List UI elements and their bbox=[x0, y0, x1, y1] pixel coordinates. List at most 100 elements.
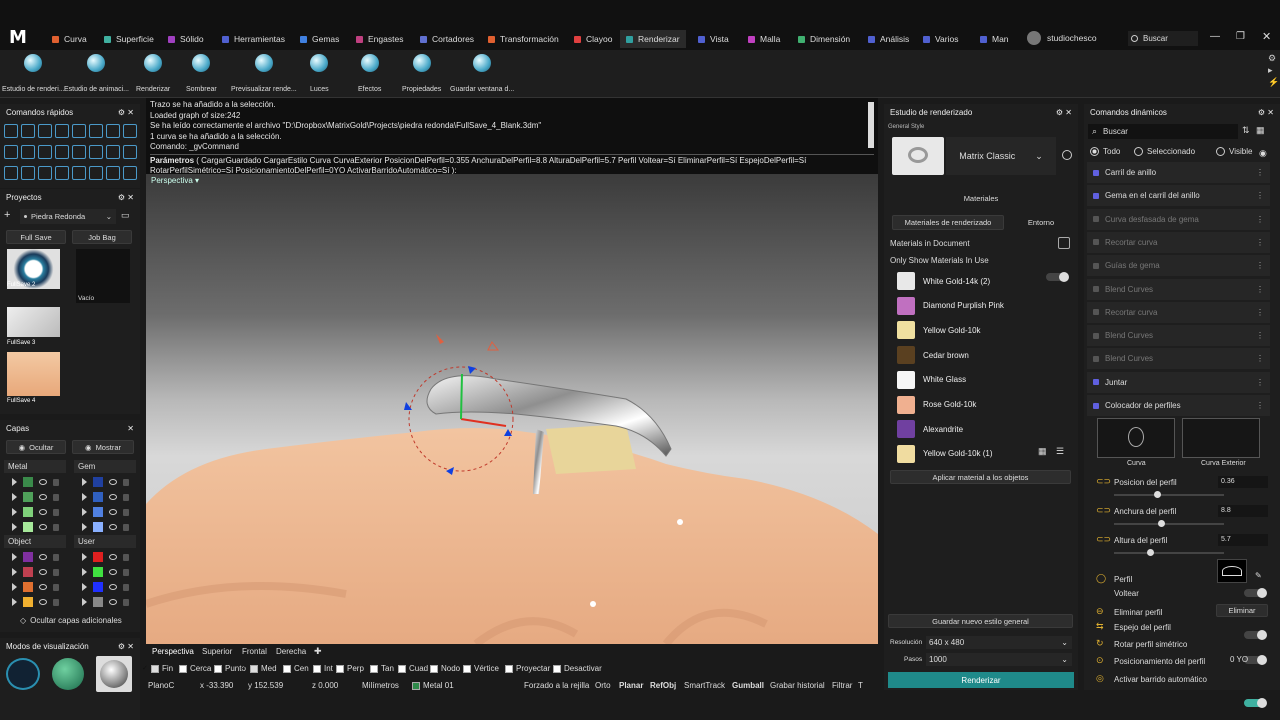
status-toggle[interactable]: SmartTrack bbox=[684, 681, 725, 690]
checkbox-icon[interactable] bbox=[336, 664, 344, 673]
layer-color-swatch[interactable] bbox=[23, 552, 33, 562]
wireframe-mode-icon[interactable] bbox=[6, 658, 40, 690]
quick-command-icon[interactable] bbox=[4, 145, 18, 159]
lock-icon[interactable] bbox=[123, 508, 129, 516]
slider-knob[interactable] bbox=[1147, 549, 1154, 556]
more-icon[interactable]: ⋮ bbox=[1256, 401, 1264, 410]
lock-icon[interactable] bbox=[123, 553, 129, 561]
status-toggle[interactable]: Planar bbox=[619, 681, 643, 690]
eye-icon[interactable] bbox=[109, 569, 117, 575]
osnap-tan[interactable]: Tan bbox=[370, 664, 394, 673]
view-tab[interactable]: Perspectiva bbox=[152, 647, 194, 656]
avatar[interactable] bbox=[1027, 31, 1041, 45]
osnap-med[interactable]: ✓ Med bbox=[241, 664, 277, 673]
quick-command-icon[interactable] bbox=[4, 166, 18, 180]
tab-gemas[interactable]: Gemas bbox=[300, 30, 339, 48]
param-value-input[interactable]: 0.36 bbox=[1218, 476, 1268, 488]
flip-toggle[interactable] bbox=[1244, 588, 1267, 598]
expand-icon[interactable] bbox=[12, 553, 17, 561]
tab-render-materials[interactable]: Materiales de renderizado bbox=[892, 215, 1004, 230]
hide-layers-button[interactable]: ◉ Ocultar bbox=[6, 440, 66, 454]
checkbox-icon[interactable] bbox=[214, 664, 222, 673]
material-item[interactable]: Diamond Purplish Pink bbox=[897, 295, 1004, 317]
refresh-icon[interactable] bbox=[1058, 237, 1070, 249]
toolbar-render-button[interactable]: Renderizar bbox=[136, 54, 170, 93]
quick-command-icon[interactable] bbox=[72, 166, 86, 180]
eye-icon[interactable]: ◉ bbox=[1259, 148, 1267, 159]
lock-icon[interactable] bbox=[123, 598, 129, 606]
layer-color-swatch[interactable] bbox=[23, 492, 33, 502]
status-toggle[interactable]: RefObj bbox=[650, 681, 676, 690]
next-style-icon[interactable] bbox=[1062, 150, 1072, 160]
layer-group-header[interactable]: User bbox=[74, 535, 136, 548]
eye-icon[interactable] bbox=[109, 509, 117, 515]
lock-icon[interactable] bbox=[123, 583, 129, 591]
layer-row[interactable] bbox=[82, 490, 129, 504]
full-save-button[interactable]: Full Save bbox=[6, 230, 66, 244]
checkbox-icon[interactable] bbox=[505, 664, 513, 673]
expand-icon[interactable] bbox=[82, 493, 87, 501]
toolbar-effects-button[interactable]: Efectos bbox=[358, 54, 381, 93]
layer-row[interactable] bbox=[82, 565, 129, 579]
filter-visible[interactable]: Visible bbox=[1216, 147, 1252, 156]
toolbar-properties-button[interactable]: Propiedades bbox=[402, 54, 441, 93]
quick-command-icon[interactable] bbox=[55, 166, 69, 180]
checkbox-icon[interactable] bbox=[463, 664, 471, 673]
tab-análisis[interactable]: Análisis bbox=[868, 30, 909, 48]
eye-icon[interactable] bbox=[109, 599, 117, 605]
restore-button[interactable]: ❐ bbox=[1236, 31, 1245, 42]
tab-man[interactable]: Man bbox=[980, 30, 1009, 48]
expand-icon[interactable] bbox=[12, 568, 17, 576]
toolbar-side-icons[interactable]: ⚙ ▸ ⚡ bbox=[1268, 52, 1279, 88]
checkbox-icon[interactable] bbox=[553, 664, 561, 673]
scene-drawing[interactable] bbox=[146, 174, 878, 644]
material-item[interactable]: White Glass bbox=[897, 369, 966, 391]
fullsave-4-thumbnail[interactable] bbox=[7, 352, 60, 396]
status-toggle[interactable]: Orto bbox=[595, 681, 611, 690]
panel-controls[interactable]: ⚙ ✕ bbox=[118, 193, 134, 202]
param-slider[interactable] bbox=[1114, 549, 1224, 556]
layer-row[interactable] bbox=[12, 505, 59, 519]
tab-sólido[interactable]: Sólido bbox=[168, 30, 204, 48]
panel-controls[interactable]: ⚙ ✕ bbox=[118, 108, 134, 117]
add-project-icon[interactable]: + bbox=[4, 209, 10, 221]
grid-view-icon[interactable]: ▦ bbox=[1038, 446, 1047, 457]
material-item[interactable]: Rose Gold-10k bbox=[897, 394, 976, 416]
quick-command-icon[interactable] bbox=[38, 124, 52, 138]
dynamic-item[interactable]: Colocador de perfiles ⋮ bbox=[1087, 395, 1270, 416]
curve-slot[interactable] bbox=[1097, 418, 1175, 458]
more-icon[interactable]: ⋮ bbox=[1256, 191, 1264, 200]
layer-row[interactable] bbox=[12, 490, 59, 504]
quick-command-icon[interactable] bbox=[123, 124, 137, 138]
toolbar-preview-render-button[interactable]: Previsualizar rende... bbox=[231, 54, 297, 93]
layer-row[interactable] bbox=[12, 475, 59, 489]
toolbar-save-window-button[interactable]: Guardar ventana d... bbox=[450, 54, 514, 93]
expand-icon[interactable] bbox=[12, 523, 17, 531]
more-icon[interactable]: ⋮ bbox=[1256, 331, 1264, 340]
fullsave-3-thumbnail[interactable] bbox=[7, 307, 60, 337]
osnap-perp[interactable]: Perp bbox=[336, 664, 364, 673]
checkbox-icon[interactable] bbox=[370, 664, 378, 673]
slider-knob[interactable] bbox=[1153, 491, 1161, 498]
save-style-button[interactable]: Guardar nuevo estilo general bbox=[888, 614, 1073, 628]
tab-engastes[interactable]: Engastes bbox=[356, 30, 403, 48]
osnap-desactivar[interactable]: Desactivar bbox=[553, 664, 602, 673]
lock-icon[interactable] bbox=[53, 478, 59, 486]
status-extra[interactable]: T bbox=[858, 681, 863, 690]
material-item[interactable]: Yellow Gold-10k (1) bbox=[897, 443, 993, 465]
lock-icon[interactable] bbox=[53, 553, 59, 561]
checkbox-icon[interactable] bbox=[283, 664, 291, 673]
layer-color-swatch[interactable] bbox=[23, 582, 33, 592]
status-toggle[interactable]: Filtrar bbox=[832, 681, 852, 690]
lock-icon[interactable] bbox=[53, 583, 59, 591]
eye-icon[interactable] bbox=[39, 569, 47, 575]
tab-curva[interactable]: Curva bbox=[52, 30, 87, 48]
material-item[interactable]: Alexandrite bbox=[897, 418, 963, 440]
command-scrollbar[interactable] bbox=[868, 102, 874, 148]
more-icon[interactable]: ⋮ bbox=[1256, 261, 1264, 270]
radio-icon[interactable] bbox=[1134, 147, 1143, 156]
profile-preview[interactable] bbox=[1217, 559, 1247, 583]
quick-command-icon[interactable] bbox=[106, 145, 120, 159]
quick-command-icon[interactable] bbox=[72, 124, 86, 138]
param-slider[interactable] bbox=[1114, 491, 1224, 498]
